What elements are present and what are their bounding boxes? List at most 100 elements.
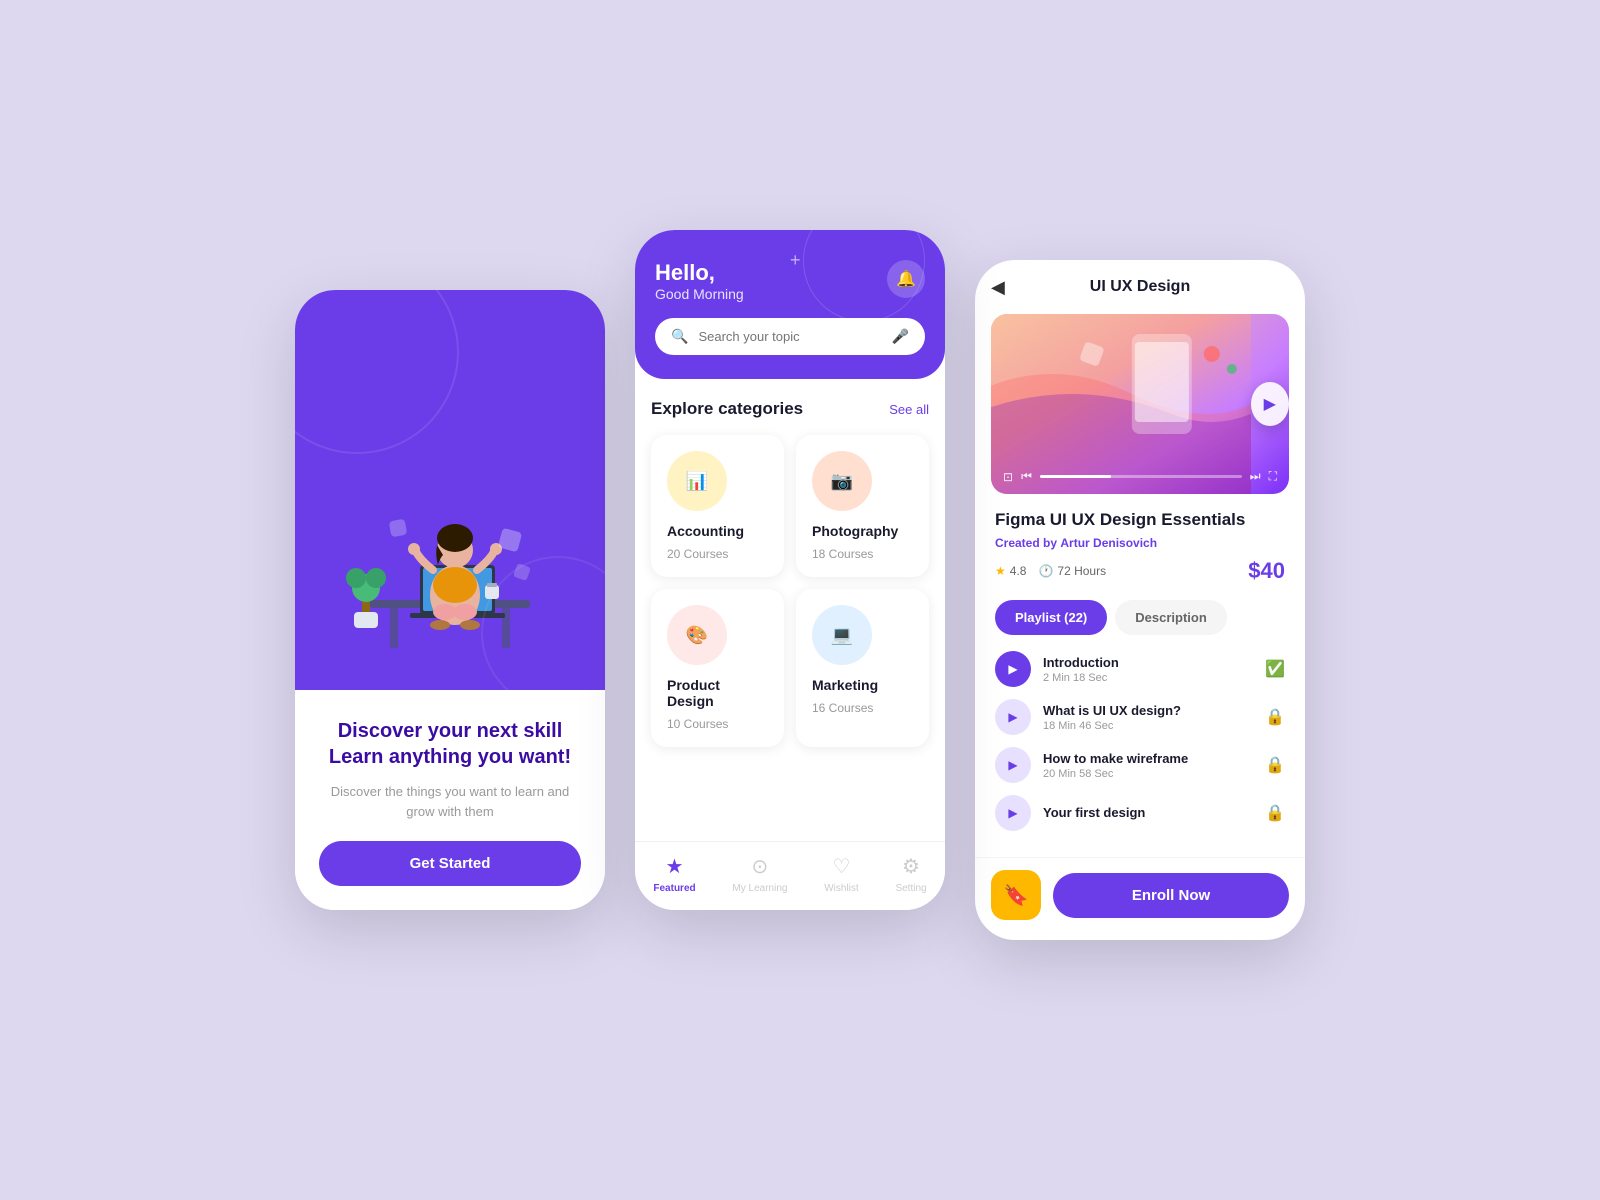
my-learning-icon: ⊙: [752, 854, 769, 879]
playlist-item-4[interactable]: ▶ Your first design 🔒: [995, 795, 1285, 831]
playlist-play-4: ▶: [995, 795, 1031, 831]
nav-wishlist[interactable]: ♡ Wishlist: [824, 854, 858, 894]
product-design-count: 10 Courses: [667, 717, 768, 731]
product-design-name: Product Design: [667, 677, 768, 709]
playlist-name-3: How to make wireframe: [1043, 751, 1253, 766]
accounting-count: 20 Courses: [667, 547, 768, 561]
course-meta-left: ★ 4.8 🕐 72 Hours: [995, 564, 1106, 578]
hero-illustration: [330, 450, 570, 680]
screen-onboarding: Discover your next skill Learn anything …: [295, 290, 605, 910]
subgreeting-text: Good Morning: [655, 286, 744, 302]
category-card-accounting[interactable]: 📊 Accounting 20 Courses: [651, 435, 784, 577]
course-tabs: Playlist (22) Description: [995, 600, 1285, 635]
video-player[interactable]: ▶ ⊡ ⏮ ⏭ ⛶: [991, 314, 1289, 494]
featured-icon: ★: [666, 854, 684, 879]
accounting-icon: 📊: [667, 451, 727, 511]
setting-label: Setting: [895, 883, 926, 894]
course-duration: 🕐 72 Hours: [1038, 564, 1106, 578]
search-input[interactable]: [698, 329, 881, 344]
playlist-play-2: ▶: [995, 699, 1031, 735]
header-greeting: Hello, Good Morning: [655, 260, 744, 302]
photography-icon: 📷: [812, 451, 872, 511]
playlist-name-1: Introduction: [1043, 655, 1253, 670]
categories-grid: 📊 Accounting 20 Courses 📷 Photography 18…: [651, 435, 929, 747]
back-button[interactable]: ◀: [991, 277, 1005, 298]
video-progress-bar[interactable]: [1040, 475, 1242, 478]
wishlist-icon: ♡: [832, 854, 850, 879]
playlist-info-3: How to make wireframe 20 Min 58 Sec: [1043, 751, 1253, 780]
marketing-name: Marketing: [812, 677, 913, 693]
course-detail-header: ◀ UI UX Design: [975, 260, 1305, 314]
tab-description[interactable]: Description: [1115, 600, 1227, 635]
playlist-name-2: What is UI UX design?: [1043, 703, 1253, 718]
bookmark-button[interactable]: 🔖: [991, 870, 1041, 920]
course-detail-title: UI UX Design: [1090, 278, 1190, 296]
product-design-icon: 🎨: [667, 605, 727, 665]
video-thumbnail: [991, 314, 1251, 494]
photography-count: 18 Courses: [812, 547, 913, 561]
svg-text:📊: 📊: [686, 470, 708, 491]
section-header: Explore categories See all: [651, 399, 929, 419]
next-icon[interactable]: ⏭: [1250, 469, 1261, 484]
prev-icon[interactable]: ⏮: [1021, 469, 1032, 484]
bottom-nav: ★ Featured ⊙ My Learning ♡ Wishlist ⚙ Se…: [635, 841, 945, 910]
playlist-name-4: Your first design: [1043, 805, 1253, 820]
see-all-link[interactable]: See all: [889, 402, 929, 417]
playlist-status-lock-2: 🔒: [1265, 707, 1285, 727]
onboarding-headline: Discover your next skill Learn anything …: [319, 718, 581, 770]
category-card-marketing[interactable]: 💻 Marketing 16 Courses: [796, 589, 929, 747]
playlist-info-4: Your first design: [1043, 805, 1253, 822]
playlist-status-lock-4: 🔒: [1265, 803, 1285, 823]
nav-setting[interactable]: ⚙ Setting: [895, 854, 926, 894]
svg-text:📷: 📷: [831, 471, 853, 491]
categories-body: Explore categories See all 📊 Accounting …: [635, 379, 945, 841]
category-card-product-design[interactable]: 🎨 Product Design 10 Courses: [651, 589, 784, 747]
playlist-info-2: What is UI UX design? 18 Min 46 Sec: [1043, 703, 1253, 732]
onboarding-content: Discover your next skill Learn anything …: [295, 690, 605, 910]
playlist-play-1: ▶: [995, 651, 1031, 687]
cast-icon[interactable]: ⊡: [1003, 470, 1013, 484]
video-controls: ⊡ ⏮ ⏭ ⛶: [1003, 469, 1277, 484]
get-started-button[interactable]: Get Started: [319, 841, 581, 886]
setting-icon: ⚙: [902, 854, 920, 879]
video-progress-fill: [1040, 475, 1111, 478]
course-meta: ★ 4.8 🕐 72 Hours $40: [995, 558, 1285, 584]
playlist-info-1: Introduction 2 Min 18 Sec: [1043, 655, 1253, 684]
tab-playlist[interactable]: Playlist (22): [995, 600, 1107, 635]
playlist-duration-2: 18 Min 46 Sec: [1043, 720, 1253, 732]
deco-plus-2: +: [904, 328, 915, 349]
play-button[interactable]: ▶: [1251, 382, 1289, 426]
nav-featured[interactable]: ★ Featured: [653, 854, 695, 894]
marketing-icon: 💻: [812, 605, 872, 665]
playlist-item-1[interactable]: ▶ Introduction 2 Min 18 Sec ✅: [995, 651, 1285, 687]
playlist-item-2[interactable]: ▶ What is UI UX design? 18 Min 46 Sec 🔒: [995, 699, 1285, 735]
search-icon: 🔍: [671, 328, 688, 345]
photography-name: Photography: [812, 523, 913, 539]
nav-my-learning[interactable]: ⊙ My Learning: [732, 854, 787, 894]
enroll-button[interactable]: Enroll Now: [1053, 873, 1289, 918]
playlist-duration-1: 2 Min 18 Sec: [1043, 672, 1253, 684]
course-author: Created by Artur Denisovich: [995, 536, 1285, 550]
playlist-item-3[interactable]: ▶ How to make wireframe 20 Min 58 Sec 🔒: [995, 747, 1285, 783]
screen-course-detail: ◀ UI UX Design: [975, 260, 1305, 940]
onboarding-subtext: Discover the things you want to learn an…: [319, 782, 581, 821]
onboarding-hero: [295, 290, 605, 690]
course-detail-body: Figma UI UX Design Essentials Created by…: [975, 494, 1305, 857]
playlist-duration-3: 20 Min 58 Sec: [1043, 768, 1253, 780]
featured-label: Featured: [653, 883, 695, 894]
my-learning-label: My Learning: [732, 883, 787, 894]
video-overlay: ▶: [991, 314, 1289, 494]
fullscreen-icon[interactable]: ⛶: [1269, 469, 1277, 484]
notification-button[interactable]: 🔔: [887, 260, 925, 298]
deco-plus-1: +: [790, 250, 801, 271]
course-price: $40: [1248, 558, 1285, 584]
playlist-status-lock-3: 🔒: [1265, 755, 1285, 775]
category-card-photography[interactable]: 📷 Photography 18 Courses: [796, 435, 929, 577]
screen-categories: Hello, Good Morning 🔔 + + 🔍 🎤 Explore ca…: [635, 230, 945, 910]
marketing-count: 16 Courses: [812, 701, 913, 715]
author-name: Artur Denisovich: [1060, 536, 1157, 550]
search-bar[interactable]: 🔍 🎤: [655, 318, 925, 355]
svg-text:💻: 💻: [831, 625, 853, 645]
categories-header: Hello, Good Morning 🔔 + + 🔍 🎤: [635, 230, 945, 379]
wishlist-label: Wishlist: [824, 883, 858, 894]
